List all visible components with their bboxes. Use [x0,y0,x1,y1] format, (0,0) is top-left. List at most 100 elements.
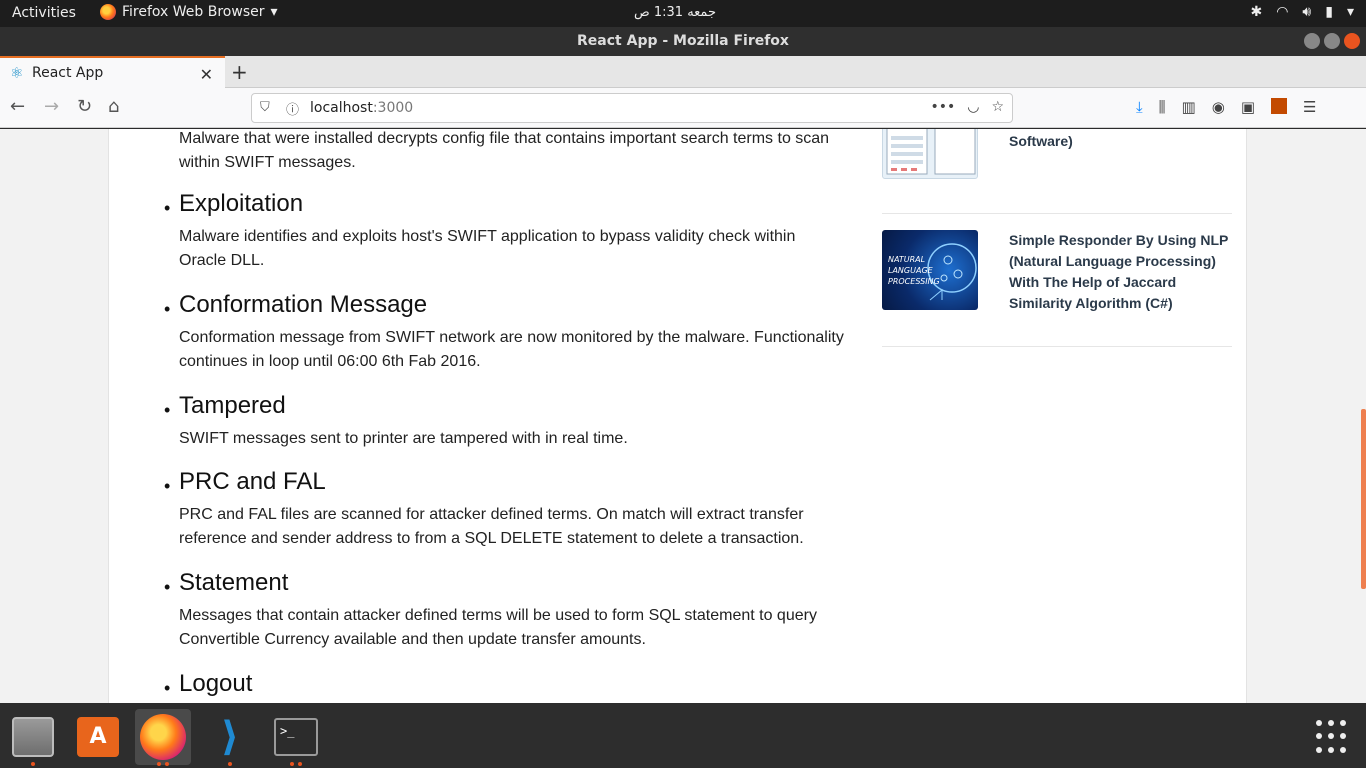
clock[interactable]: جمعه ‏1:31 ص [634,5,716,20]
billing-app-thumbnail-graphic [886,129,976,175]
bullet: • [164,577,171,597]
chevron-down-icon: ▾ [270,4,278,20]
tab-label: React App [32,65,104,81]
site-info-icon[interactable]: ⓘ [286,99,299,118]
page-viewport: Malware that were installed decrypts con… [0,129,1366,703]
item-text: SWIFT messages sent to printer are tampe… [179,430,628,447]
new-tab-button[interactable]: + [231,60,248,84]
page-scrollbar[interactable] [1361,409,1366,589]
app-menu[interactable]: Firefox Web Browser ▾ [100,4,278,20]
item-heading: Conformation Message [179,291,428,318]
tab-strip: ⚛ React App ✕ + [0,56,1366,88]
maximize-button[interactable] [1324,33,1340,49]
bullet: • [164,198,171,218]
software-store-icon: A [77,717,119,757]
item-text: Messages that contain attacker defined t… [179,607,817,648]
tab-react-app[interactable]: ⚛ React App ✕ [0,56,225,88]
back-button[interactable]: ← [10,96,25,117]
show-applications-icon[interactable] [1316,720,1350,754]
url-port: :3000 [372,100,414,116]
tracking-shield-icon[interactable]: ⛉ [260,100,270,115]
bullet: • [164,476,171,496]
list-item: • Logout [164,669,844,699]
minimize-button[interactable] [1304,33,1320,49]
vscode-launcher[interactable]: ⟩ [202,709,258,766]
item-text: Conformation message from SWIFT network … [179,329,844,370]
item-heading: PRC and FAL [179,468,326,495]
running-indicator [165,762,169,766]
list-item: • PRC and FAL PRC and FAL files are scan… [164,467,844,551]
terminal-launcher[interactable]: >_ [268,709,324,766]
firefox-launcher[interactable] [135,709,191,766]
window-controls [1304,33,1360,49]
related-post-card[interactable]: Create Cash Memo Application by Using Te… [882,129,1232,214]
system-top-bar: Activities Firefox Web Browser ▾ جمعه ‏1… [0,0,1366,27]
terminal-icon: >_ [274,718,318,756]
account-icon[interactable]: ◉ [1212,98,1225,116]
home-button[interactable]: ⌂ [108,96,119,117]
running-indicator [298,762,302,766]
post-thumbnail[interactable] [882,129,978,179]
wifi-icon[interactable]: ◠ [1276,4,1288,20]
running-indicator [228,762,232,766]
activities-button[interactable]: Activities [12,5,76,21]
download-icon[interactable]: ⤓ [1136,98,1143,116]
chevron-down-icon[interactable]: ▾ [1347,4,1354,20]
page-actions-icon[interactable]: ••• [930,99,955,115]
bluetooth-icon[interactable]: ✱ [1250,4,1262,20]
running-indicator [31,762,35,766]
post-thumbnail[interactable]: NATURAL LANGUAGE PROCESSING [882,230,978,310]
bullet: • [164,299,171,319]
battery-icon[interactable]: ▮ [1325,4,1333,20]
library-icon[interactable]: ⫼ [1159,98,1166,116]
navigation-toolbar: ← → ↻ ⌂ ⛉ ⓘ localhost:3000 ••• ◡ ☆ ⤓ ⫼ ▥… [0,88,1366,128]
close-window-button[interactable] [1344,33,1360,49]
running-indicator [290,762,294,766]
item-heading: Tampered [179,392,286,419]
url-text[interactable]: localhost:3000 [310,100,413,116]
bullet: • [164,678,171,698]
list-item: • Exploitation Malware identifies and ex… [164,189,844,273]
close-tab-icon[interactable]: ✕ [200,65,213,84]
related-post-card[interactable]: NATURAL LANGUAGE PROCESSING Simple Respo… [882,214,1232,347]
pocket-icon[interactable]: ◡ [967,99,979,115]
window-title-bar: React App - Mozilla Firefox [0,27,1366,56]
dock: A ⟩ >_ [0,703,1366,768]
item-heading: Logout [179,670,253,697]
reload-button[interactable]: ↻ [77,96,92,117]
menu-icon[interactable]: ☰ [1303,98,1316,116]
url-host: localhost [310,100,373,116]
volume-icon[interactable]: 🔊︎ [1302,4,1311,20]
window-title: React App - Mozilla Firefox [577,33,789,49]
item-text: PRC and FAL files are scanned for attack… [179,506,804,547]
list-item: • Conformation Message Conformation mess… [164,290,844,374]
url-bar[interactable]: ⛉ ⓘ localhost:3000 ••• ◡ ☆ [251,93,1013,123]
forward-button[interactable]: → [44,96,59,117]
list-item: • Tampered SWIFT messages sent to printe… [164,391,844,451]
list-item: • Statement Messages that contain attack… [164,568,844,652]
sidebar-icon[interactable]: ▥ [1182,98,1196,116]
bullet: • [164,400,171,420]
page-content: Malware that were installed decrypts con… [108,129,1247,703]
files-launcher[interactable] [5,709,61,766]
intro-paragraph: Malware that were installed decrypts con… [179,130,830,171]
react-icon: ⚛ [10,64,24,82]
item-heading: Statement [179,569,289,596]
running-indicator [157,762,161,766]
firefox-icon [100,4,116,20]
firefox-icon [140,714,186,760]
screenshot-icon[interactable]: ▣ [1241,98,1255,116]
app-menu-label: Firefox Web Browser [122,4,265,20]
url-bar-actions: ••• ◡ ☆ [930,99,1004,115]
system-tray[interactable]: ✱ ◠ 🔊︎ ▮ ▾ [1250,4,1354,20]
toolbar-icons: ⤓ ⫼ ▥ ◉ ▣ ☰ [1136,98,1316,116]
files-icon [12,717,54,757]
extension-icon[interactable] [1271,98,1288,114]
post-title[interactable]: Simple Responder By Using NLP (Natural L… [1009,230,1233,314]
vscode-icon: ⟩ [220,714,240,760]
software-launcher[interactable]: A [70,709,126,765]
thumbnail-caption: NATURAL LANGUAGE PROCESSING [888,255,940,286]
bookmark-star-icon[interactable]: ☆ [991,99,1004,115]
item-text: Malware identifies and exploits host's S… [179,228,796,269]
post-title[interactable]: Create Cash Memo Application by Using Te… [1009,129,1233,152]
